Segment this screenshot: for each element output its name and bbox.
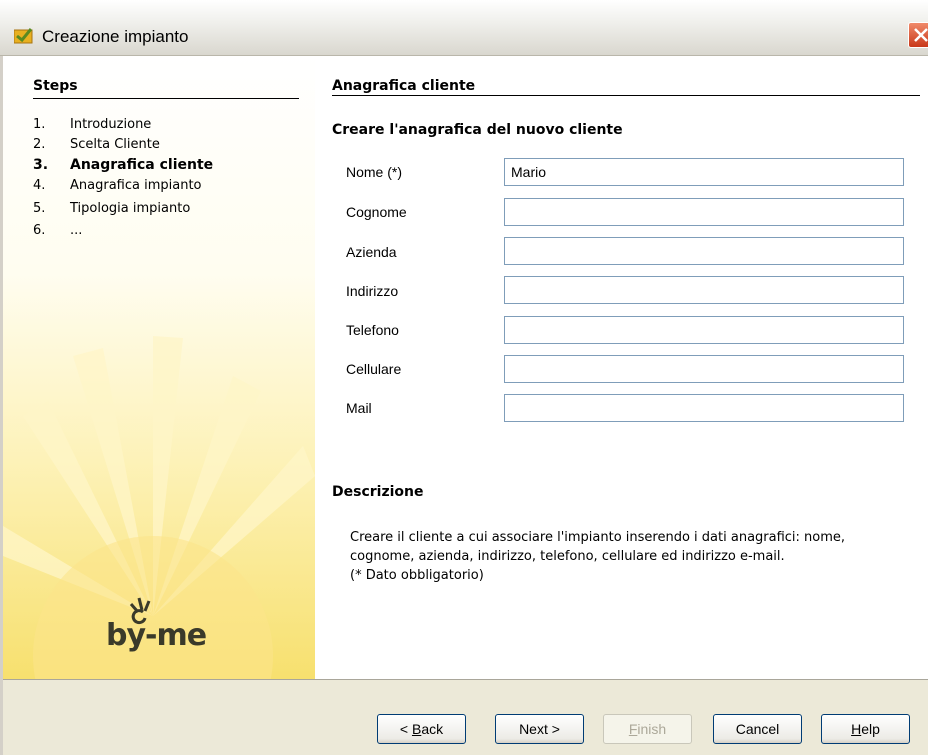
step-number: 5. — [33, 201, 46, 216]
close-icon — [914, 28, 928, 42]
back-mnemonic: B — [411, 721, 422, 737]
step-number: 2. — [33, 137, 46, 152]
finish-button[interactable]: Finish — [603, 714, 692, 744]
nome-label: Nome (*) — [346, 164, 403, 180]
main-panel: Anagrafica cliente Creare l'anagrafica d… — [315, 56, 928, 679]
cellulare-input[interactable] — [504, 355, 904, 383]
mail-input[interactable] — [504, 394, 904, 422]
back-button[interactable]: < Back — [377, 714, 466, 744]
mail-label: Mail — [346, 400, 372, 416]
window-title: Creazione impianto — [42, 27, 189, 46]
back-prefix: < — [399, 721, 412, 737]
azienda-input[interactable] — [504, 237, 904, 265]
help-mnemonic: H — [851, 721, 862, 737]
description-title: Descrizione — [332, 484, 424, 500]
step-number: 3. — [33, 157, 49, 173]
cancel-button[interactable]: Cancel — [713, 714, 802, 744]
telefono-input[interactable] — [504, 316, 904, 344]
cellulare-label: Cellulare — [346, 361, 402, 377]
description-line: cognome, azienda, indirizzo, telefono, c… — [350, 549, 785, 564]
form-title: Creare l'anagrafica del nuovo cliente — [332, 122, 623, 138]
button-bar: < Back Next > Finish Cancel Help — [3, 679, 928, 755]
steps-heading: Steps — [33, 78, 78, 94]
byme-logo-text: by-me — [106, 618, 207, 653]
indirizzo-input[interactable] — [504, 276, 904, 304]
azienda-label: Azienda — [346, 244, 397, 260]
step-label: Scelta Cliente — [70, 137, 160, 152]
cognome-input[interactable] — [504, 198, 904, 226]
description-line: Creare il cliente a cui associare l'impi… — [350, 530, 846, 545]
nome-input[interactable]: Mario — [504, 158, 904, 186]
step-label: Introduzione — [70, 117, 152, 132]
telefono-label: Telefono — [346, 322, 399, 338]
title-bar: Creazione impianto — [0, 0, 928, 56]
description-line: (* Dato obbligatorio) — [350, 568, 484, 583]
description-text: Creare il cliente a cui associare l'impi… — [350, 528, 920, 585]
app-icon — [14, 28, 33, 44]
back-rest: ack — [421, 721, 444, 737]
section-divider — [332, 95, 920, 96]
steps-sidebar: Steps 1. Introduzione 2. Scelta Cliente … — [3, 56, 315, 679]
step-label: Anagrafica cliente — [70, 157, 214, 173]
steps-divider — [33, 98, 299, 99]
help-button[interactable]: Help — [821, 714, 910, 744]
section-title: Anagrafica cliente — [332, 78, 476, 94]
indirizzo-label: Indirizzo — [346, 283, 399, 299]
step-label: Anagrafica impianto — [70, 178, 202, 193]
next-button[interactable]: Next > — [495, 714, 584, 744]
step-label: ... — [70, 223, 83, 238]
step-number: 6. — [33, 223, 46, 238]
close-button[interactable] — [908, 22, 928, 48]
finish-rest: inish — [637, 721, 667, 737]
step-number: 1. — [33, 117, 46, 132]
help-rest: elp — [861, 721, 880, 737]
step-number: 4. — [33, 178, 46, 193]
step-label: Tipologia impianto — [70, 201, 191, 216]
cognome-label: Cognome — [346, 204, 407, 220]
